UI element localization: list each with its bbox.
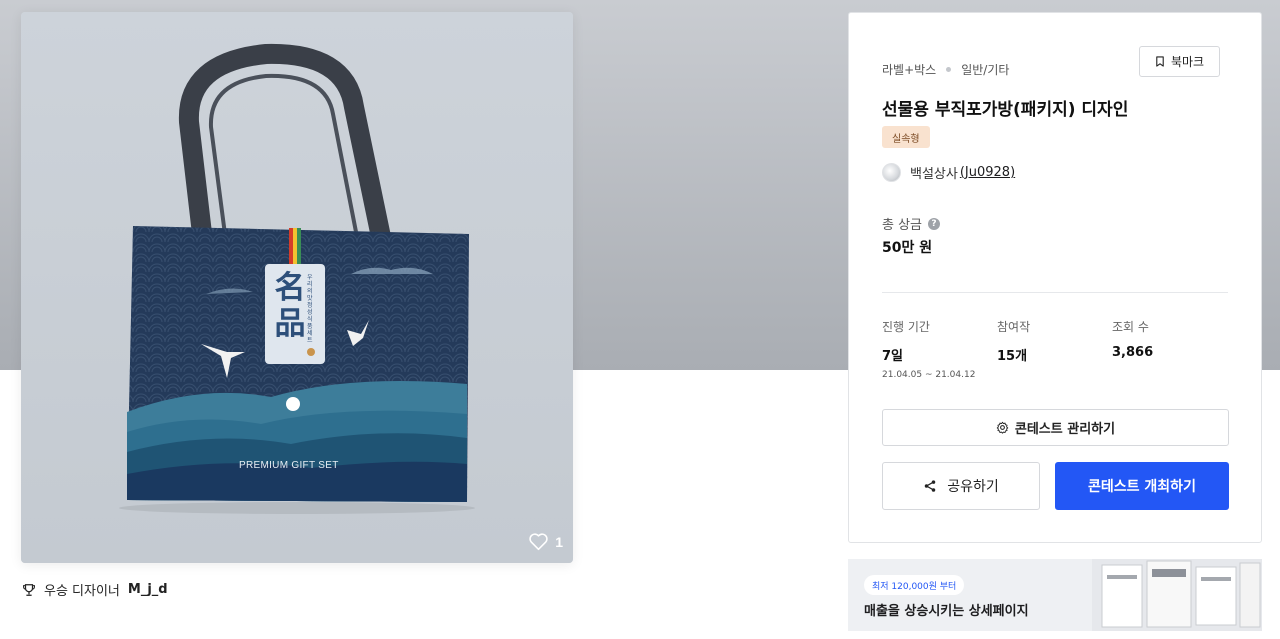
host-contest-button[interactable]: 콘테스트 개최하기 [1055, 462, 1229, 510]
prize-value: 50만 원 [882, 240, 933, 256]
breadcrumb-item-category[interactable]: 라벨+박스 [882, 61, 936, 78]
stat-value: 3,866 [1112, 345, 1154, 360]
winner-designer: 우승 디자이너 M_j_d [22, 580, 168, 599]
promo-headline: 매출을 상승시키는 상세페이지 [864, 604, 1029, 619]
stat-label: 참여작 [997, 320, 1031, 334]
contest-title: 선물용 부직포가방(패키지) 디자인 [882, 100, 1129, 120]
promo-price-tag: 최저 120,000원 부터 [864, 575, 965, 595]
bag-premium-text: PREMIUM GIFT SET [239, 460, 339, 471]
breadcrumb: 라벨+박스 일반/기타 [882, 61, 1009, 78]
trophy-icon [23, 583, 35, 596]
manage-contest-label: 콘테스트 관리하기 [1014, 422, 1116, 437]
prize-label: 총 상금 ? [882, 214, 941, 233]
share-icon [924, 480, 936, 492]
winner-name[interactable]: M_j_d [128, 582, 168, 597]
like-count: 1 [555, 533, 563, 550]
heart-icon [529, 533, 548, 551]
like-button[interactable]: 1 [528, 532, 563, 551]
breadcrumb-separator [946, 67, 952, 72]
stat-views: 조회 수 3,866 [1112, 318, 1153, 360]
share-button[interactable]: 공유하기 [882, 462, 1040, 510]
contest-image[interactable]: 名品 우리의맛 정성식품세트 PREMIUM GIFT SET 1 [21, 12, 573, 563]
share-label: 공유하기 [947, 479, 999, 495]
divider [882, 292, 1228, 293]
help-icon[interactable]: ? [928, 217, 941, 230]
host-id-link[interactable]: (Ju0928) [960, 165, 1015, 180]
stat-value: 15개 [997, 349, 1028, 364]
stat-duration: 진행 기간 7일 21.04.05 ~ 21.04.12 [882, 318, 975, 380]
promo-mockup-image [1092, 559, 1262, 631]
contest-info-panel: 라벨+박스 일반/기타 북마크 선물용 부직포가방(패키지) 디자인 실속형 백… [848, 12, 1262, 543]
stat-date-range: 21.04.05 ~ 21.04.12 [882, 370, 976, 380]
promo-banner[interactable]: 최저 120,000원 부터 매출을 상승시키는 상세페이지 [848, 559, 1262, 631]
host-avatar [882, 163, 901, 182]
plan-badge: 실속형 [882, 126, 930, 148]
bookmark-icon [1156, 56, 1164, 67]
bag-logo-text: 名品 [274, 270, 306, 342]
stat-value: 7일 [882, 349, 904, 364]
host-name: 백설상사 [910, 167, 958, 182]
stat-label: 진행 기간 [882, 320, 930, 334]
host-info: 백설상사 (Ju0928) [882, 163, 1015, 182]
gear-icon [996, 421, 1009, 434]
manage-contest-button[interactable]: 콘테스트 관리하기 [882, 409, 1229, 446]
breadcrumb-item-subcategory[interactable]: 일반/기타 [961, 61, 1009, 78]
stat-entries: 참여작 15개 [997, 318, 1030, 364]
bookmark-label: 북마크 [1170, 55, 1205, 69]
bookmark-button[interactable]: 북마크 [1139, 46, 1220, 77]
prize-label-text: 총 상금 [882, 218, 923, 233]
bag-side-text: 우리의맛 정성식품세트 [307, 274, 313, 344]
winner-prefix: 우승 디자이너 [44, 584, 120, 599]
stat-label: 조회 수 [1112, 320, 1149, 334]
